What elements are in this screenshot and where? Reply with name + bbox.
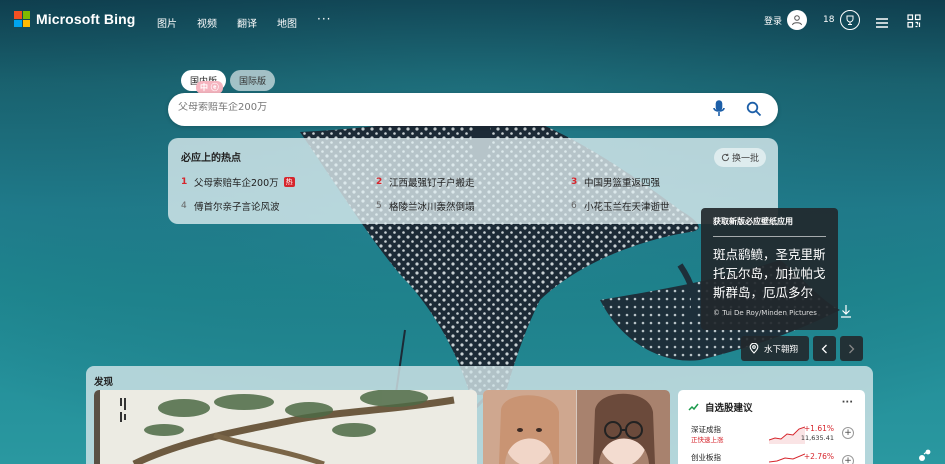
stock-row[interactable]: 深证成指 正快速上涨 +1.61% 11,635.41 + — [691, 424, 856, 450]
discover-section: 发现 自选股建议 ··· 深证成指 正快速上涨 +1.61% 11,635.41… — [86, 366, 873, 464]
stock-change: +1.61% — [803, 424, 834, 433]
trend-text: 格陵兰冰川轰然倒塌 — [389, 202, 475, 213]
previous-wallpaper-button[interactable] — [813, 336, 836, 361]
wallpaper-credit: © Tui De Roy/Minden Pictures — [713, 309, 817, 317]
stock-name: 创业板指 — [691, 453, 721, 462]
trending-panel: 必应上的热点 换一批 1 父母索赔车企200万 热 2 江西最强钉子户搬走 3 … — [168, 138, 778, 224]
trending-item[interactable]: 5 格陵兰冰川轰然倒塌 — [376, 199, 475, 213]
painting-image — [94, 390, 477, 464]
trend-rank: 5 — [376, 201, 382, 211]
trend-rank: 3 — [571, 177, 578, 187]
tab-domestic[interactable]: 国内版 中 ⓔ — [181, 70, 227, 94]
nav-item-videos[interactable]: 视频 — [197, 15, 217, 30]
trending-item[interactable]: 6 小花玉兰在天津逝世 — [571, 199, 670, 213]
search-input[interactable] — [178, 102, 698, 113]
trending-title: 必应上的热点 — [181, 153, 241, 164]
microsoft-logo-icon — [14, 11, 30, 27]
trend-rank: 4 — [181, 201, 187, 211]
feedback-icon[interactable] — [918, 447, 932, 464]
top-bar: Microsoft Bing 图片 视频 翻译 地图 ··· 登录 18 — [0, 0, 945, 42]
stock-sparkline — [769, 426, 805, 444]
nav-item-maps[interactable]: 地图 — [277, 15, 297, 30]
wallpaper-tag-button[interactable]: 水下翱翔 — [741, 336, 809, 361]
search-region-tabs: 国内版 中 ⓔ 国际版 — [181, 70, 276, 94]
bing-logo[interactable]: Microsoft Bing — [14, 11, 135, 27]
location-pin-icon — [749, 343, 759, 354]
stock-card-title: 自选股建议 — [705, 403, 753, 414]
wallpaper-tag-label: 水下翱翔 — [764, 344, 799, 355]
trend-rank: 1 — [181, 177, 188, 187]
hot-badge: 热 — [283, 177, 295, 187]
trending-item[interactable]: 2 江西最强钉子户搬走 — [376, 175, 475, 189]
chevron-right-icon — [849, 344, 855, 353]
discover-title: 发现 — [94, 377, 114, 388]
stock-card-header: 自选股建议 — [688, 400, 753, 414]
search-box — [168, 93, 778, 126]
stock-more-button[interactable]: ··· — [842, 397, 853, 408]
rewards-count: 18 — [823, 15, 835, 25]
nav-item-translate[interactable]: 翻译 — [237, 15, 257, 30]
stock-trend-icon — [688, 403, 699, 411]
trend-text: 傅首尔亲子言论风波 — [194, 202, 280, 213]
wallpaper-title[interactable]: 斑点鹞鲼，圣克里斯托瓦尔岛，加拉帕戈斯群岛，厄瓜多尔 — [713, 245, 833, 302]
news-card-painting[interactable] — [94, 390, 477, 464]
stock-change: +2.76% — [803, 452, 834, 461]
trend-text: 江西最强钉子户搬走 — [389, 178, 475, 189]
trend-rank: 6 — [571, 201, 577, 211]
stock-status: 正快速上涨 — [691, 436, 724, 444]
rewards-button[interactable]: 18 — [823, 10, 861, 30]
tab-international[interactable]: 国际版 — [230, 70, 276, 91]
add-stock-button[interactable]: + — [842, 455, 854, 464]
stock-sparkline — [769, 453, 805, 463]
hamburger-menu-icon[interactable] — [875, 14, 889, 33]
trend-rank: 2 — [376, 177, 383, 187]
trending-item[interactable]: 3 中国男篮重返四强 — [571, 175, 660, 189]
search-icon[interactable] — [746, 101, 762, 121]
user-avatar-icon — [787, 10, 808, 30]
divider — [713, 236, 826, 237]
chevron-left-icon — [821, 344, 827, 353]
stock-row[interactable]: 创业板指 +2.76% + — [691, 452, 856, 464]
trend-text: 小花玉兰在天津逝世 — [584, 202, 670, 213]
refresh-icon — [721, 153, 730, 162]
wallpaper-app-promo[interactable]: 获取新版必应壁纸应用 — [713, 216, 793, 227]
download-icon[interactable] — [840, 303, 852, 322]
refresh-trending-button[interactable]: 换一批 — [713, 148, 766, 167]
portrait-image — [483, 390, 670, 464]
login-label: 登录 — [764, 16, 783, 27]
wallpaper-info-panel: 获取新版必应壁纸应用 斑点鹞鲼，圣克里斯托瓦尔岛，加拉帕戈斯群岛，厄瓜多尔 © … — [701, 208, 838, 330]
nav-more-button[interactable]: ··· — [317, 12, 331, 30]
tab-international-label: 国际版 — [239, 77, 267, 87]
trending-item[interactable]: 4 傅首尔亲子言论风波 — [181, 199, 280, 213]
add-stock-button[interactable]: + — [842, 427, 854, 439]
trend-text: 中国男篮重返四强 — [584, 178, 661, 189]
trending-item[interactable]: 1 父母索赔车企200万 热 — [181, 175, 295, 189]
rewards-trophy-icon — [840, 10, 861, 30]
next-wallpaper-button[interactable] — [840, 336, 863, 361]
nav-item-images[interactable]: 图片 — [157, 15, 177, 30]
trend-text: 父母索赔车企200万 — [194, 178, 279, 189]
microphone-icon[interactable] — [712, 100, 726, 122]
refresh-label: 换一批 — [731, 154, 759, 164]
stock-suggestions-card: 自选股建议 ··· 深证成指 正快速上涨 +1.61% 11,635.41 + … — [678, 390, 865, 464]
news-card-portraits[interactable] — [483, 390, 670, 464]
qr-code-icon[interactable] — [907, 13, 921, 32]
top-nav: 图片 视频 翻译 地图 ··· — [157, 12, 351, 30]
brand-name: Microsoft Bing — [36, 11, 136, 27]
stock-value: 11,635.41 — [800, 434, 834, 442]
login-button[interactable]: 登录 — [764, 10, 808, 30]
